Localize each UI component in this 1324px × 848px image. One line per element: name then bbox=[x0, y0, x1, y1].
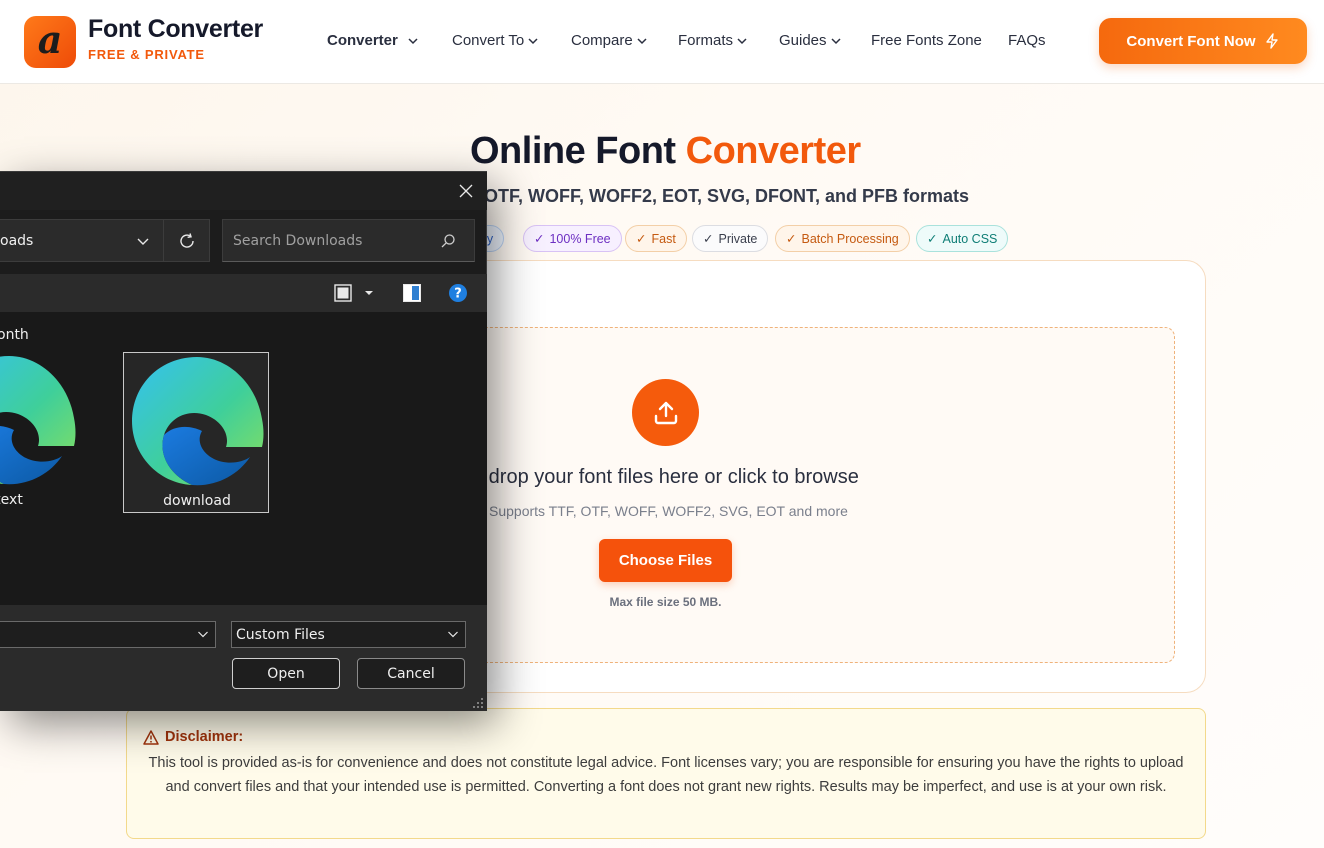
search-downloads-input[interactable] bbox=[222, 219, 475, 262]
upload-icon-circle[interactable] bbox=[632, 379, 699, 446]
nav-item-guides[interactable]: Guides bbox=[779, 32, 841, 49]
check-icon: ✓ bbox=[636, 232, 647, 246]
hero-subtitle: OTF, WOFF, WOFF2, EOT, SVG, DFONT, and P… bbox=[484, 186, 970, 206]
upload-icon bbox=[654, 401, 677, 424]
disclaimer-title-text: Disclaimer: bbox=[165, 729, 244, 745]
preview-pane-icon[interactable] bbox=[402, 283, 422, 303]
view-dropdown-icon[interactable] bbox=[362, 283, 376, 303]
file-item-text[interactable]: text bbox=[0, 352, 82, 513]
chevron-down-icon bbox=[408, 37, 418, 44]
file-name: download bbox=[163, 493, 231, 509]
filename-field[interactable] bbox=[0, 621, 216, 648]
chevron-down-icon bbox=[831, 37, 841, 44]
resize-grip-icon[interactable] bbox=[472, 697, 484, 709]
cancel-button[interactable]: Cancel bbox=[357, 658, 465, 689]
close-icon[interactable] bbox=[456, 181, 476, 201]
badge-fast: ✓ Fast bbox=[625, 225, 687, 252]
disclaimer-title: Disclaimer: bbox=[143, 729, 243, 745]
address-text: oads bbox=[0, 233, 34, 249]
check-icon: ✓ bbox=[786, 232, 797, 246]
nav-label: Convert To bbox=[452, 32, 525, 49]
check-icon: ✓ bbox=[534, 232, 545, 246]
search-icon[interactable] bbox=[440, 233, 456, 249]
badge-private: ✓ Private bbox=[692, 225, 769, 252]
brand-title[interactable]: Font Converter bbox=[88, 15, 263, 44]
file-type-select[interactable]: Custom Files bbox=[231, 621, 466, 648]
refresh-button[interactable] bbox=[164, 219, 210, 262]
lightning-icon bbox=[1265, 33, 1278, 49]
nav-label: FAQs bbox=[1008, 32, 1046, 49]
help-icon[interactable]: ? bbox=[448, 283, 468, 303]
brand-subtitle: FREE & PRIVATE bbox=[88, 47, 205, 62]
logo[interactable]: a bbox=[24, 16, 76, 68]
nav-item-compare[interactable]: Compare bbox=[571, 32, 647, 49]
file-item-download[interactable]: download bbox=[123, 352, 269, 513]
nav-item-convert-to[interactable]: Convert To bbox=[452, 32, 538, 49]
nav-label: Compare bbox=[571, 32, 633, 49]
chevron-down-icon bbox=[198, 631, 208, 638]
choose-files-button[interactable]: Choose Files bbox=[599, 539, 732, 582]
badge-label: Fast bbox=[651, 231, 676, 246]
chevron-down-icon bbox=[737, 37, 747, 44]
nav-item-free-fonts-zone[interactable]: Free Fonts Zone bbox=[871, 32, 982, 49]
cta-label: Convert Font Now bbox=[1126, 32, 1256, 50]
nav-label: Formats bbox=[678, 32, 734, 49]
check-icon: ✓ bbox=[703, 232, 714, 246]
supported-formats: Supports TTF, OTF, WOFF, WOFF2, SVG, EOT… bbox=[489, 503, 848, 519]
badge-label: Private bbox=[718, 231, 758, 246]
file-name: text bbox=[0, 492, 23, 508]
edge-browser-icon bbox=[132, 357, 264, 486]
drop-title: d drop your font files here or click to … bbox=[472, 466, 859, 488]
nav-item-converter[interactable]: Converter bbox=[327, 32, 418, 49]
title-accent: Converter bbox=[685, 130, 862, 172]
refresh-icon bbox=[179, 232, 194, 248]
badge-auto-css: ✓ Auto CSS bbox=[916, 225, 1009, 252]
convert-font-now-button[interactable]: Convert Font Now bbox=[1099, 18, 1307, 64]
file-open-dialog: oads ? onth bbox=[0, 171, 487, 711]
edge-browser-icon bbox=[0, 356, 76, 485]
nav-item-formats[interactable]: Formats bbox=[678, 32, 747, 49]
logo-glyph: a bbox=[37, 17, 63, 62]
site-header: a Font Converter FREE & PRIVATE Converte… bbox=[0, 0, 1324, 84]
check-icon: ✓ bbox=[927, 232, 938, 246]
view-options-icon[interactable] bbox=[333, 283, 353, 303]
open-button[interactable]: Open bbox=[232, 658, 340, 689]
badge-free: ✓ 100% Free bbox=[523, 225, 622, 252]
chevron-down-icon bbox=[637, 37, 647, 44]
svg-text:?: ? bbox=[454, 287, 462, 302]
file-type-value: Custom Files bbox=[236, 626, 325, 643]
badge-label: Batch Processing bbox=[801, 231, 899, 246]
nav-label: Converter bbox=[327, 32, 398, 49]
badge-label: Auto CSS bbox=[942, 231, 998, 246]
nav-item-faqs[interactable]: FAQs bbox=[1008, 32, 1046, 49]
chevron-down-icon bbox=[448, 631, 458, 638]
title-main: Online Font bbox=[470, 130, 686, 172]
badge-batch-processing: ✓ Batch Processing bbox=[775, 225, 910, 252]
disclaimer-text: This tool is provided as-is for convenie… bbox=[148, 755, 1184, 795]
group-header: onth bbox=[0, 327, 29, 343]
badge-label: 100% Free bbox=[549, 231, 611, 246]
disclaimer-box: Disclaimer: This tool is provided as-is … bbox=[126, 708, 1206, 839]
chevron-down-icon[interactable] bbox=[136, 234, 150, 248]
dialog-titlebar[interactable] bbox=[0, 172, 487, 210]
warning-icon bbox=[143, 729, 159, 745]
nav-label: Guides bbox=[779, 32, 827, 49]
address-bar[interactable]: oads bbox=[0, 219, 164, 262]
chevron-down-icon bbox=[528, 37, 538, 44]
page-title: Online Font Converter bbox=[470, 130, 861, 173]
nav-label: Free Fonts Zone bbox=[871, 32, 982, 49]
